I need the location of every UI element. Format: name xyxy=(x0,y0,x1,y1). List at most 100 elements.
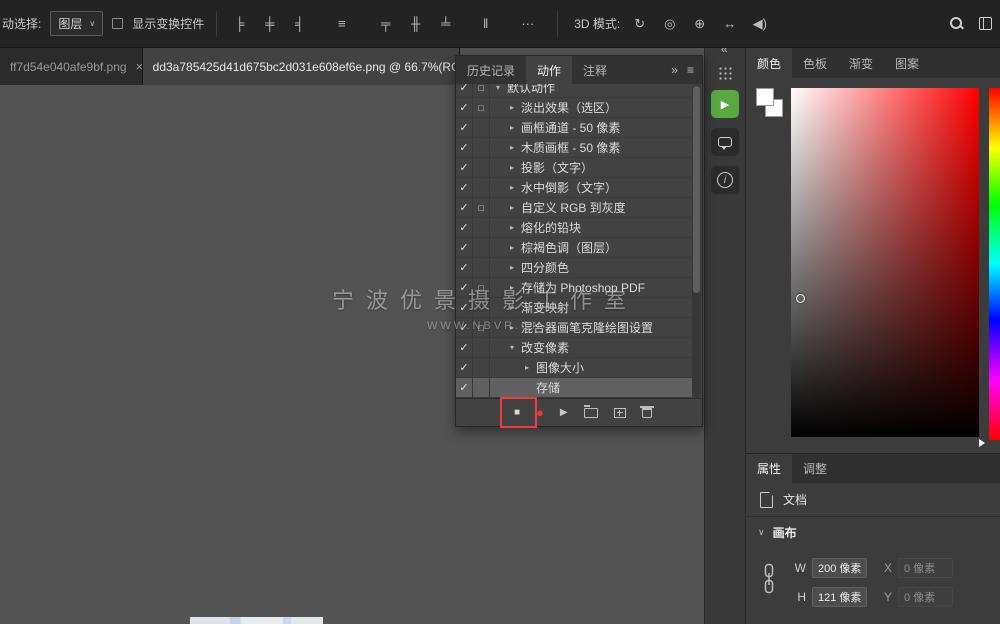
dialog-toggle-icon[interactable]: □ xyxy=(473,318,490,337)
dialog-toggle-icon[interactable]: □ xyxy=(473,278,490,297)
action-label[interactable]: 渐变映射 xyxy=(521,299,569,316)
action-row[interactable]: ✓存储 xyxy=(456,378,692,398)
action-label[interactable]: 淡出效果（选区） xyxy=(521,99,617,116)
action-row[interactable]: ✓ ▸图像大小 xyxy=(456,358,692,378)
expand-arrow-icon[interactable]: ▸ xyxy=(506,143,518,152)
pan-3d-icon[interactable]: ⊕ xyxy=(689,16,710,32)
expand-arrow-icon[interactable]: ▸ xyxy=(506,123,518,132)
new-action-icon[interactable] xyxy=(614,408,626,418)
tab-adjustments[interactable]: 调整 xyxy=(792,454,838,483)
toggle-check-icon[interactable]: ✓ xyxy=(456,358,473,377)
y-input[interactable]: 0 像素 xyxy=(898,587,953,607)
action-row[interactable]: ✓□▾默认动作 xyxy=(456,84,692,98)
distribute-horizontal-icon[interactable]: ≡ xyxy=(331,16,352,31)
action-row[interactable]: ✓▸木质画框 - 50 像素 xyxy=(456,138,692,158)
action-label[interactable]: 存储 xyxy=(536,379,560,396)
action-label[interactable]: 自定义 RGB 到灰度 xyxy=(521,199,626,216)
workspace-switcher-icon[interactable] xyxy=(979,17,992,30)
align-center-icon[interactable]: ╪ xyxy=(259,16,280,31)
toggle-check-icon[interactable]: ✓ xyxy=(456,258,473,277)
action-row[interactable]: ✓▸投影（文字） xyxy=(456,158,692,178)
more-options-icon[interactable]: ··· xyxy=(517,16,538,31)
show-transform-checkbox[interactable] xyxy=(112,18,123,29)
dialog-toggle-icon[interactable] xyxy=(473,238,490,257)
action-row[interactable]: ✓□ ▸存储为 Photoshop PDF xyxy=(456,278,692,298)
tab-gradients[interactable]: 渐变 xyxy=(838,48,884,78)
toggle-check-icon[interactable]: ✓ xyxy=(456,158,473,177)
notes-tile[interactable] xyxy=(711,128,739,156)
expand-arrow-icon[interactable]: ▸ xyxy=(506,283,518,292)
dialog-toggle-icon[interactable] xyxy=(473,218,490,237)
document-tab[interactable]: ff7d54e040afe9bf.png × xyxy=(0,48,143,85)
action-label[interactable]: 默认动作 xyxy=(507,84,555,96)
scale-3d-icon[interactable]: ◀) xyxy=(749,16,770,32)
toggle-check-icon[interactable]: ✓ xyxy=(456,84,473,97)
slide-3d-icon[interactable]: ↔ xyxy=(719,16,740,31)
search-icon[interactable] xyxy=(949,16,964,31)
foreground-color-swatch[interactable] xyxy=(756,88,774,106)
toggle-check-icon[interactable]: ✓ xyxy=(456,278,473,297)
action-row[interactable]: ✓▸水中倒影（文字） xyxy=(456,178,692,198)
tab-patterns[interactable]: 图案 xyxy=(884,48,930,78)
dialog-toggle-icon[interactable]: □ xyxy=(473,98,490,117)
dialog-toggle-icon[interactable] xyxy=(473,258,490,277)
action-label[interactable]: 图像大小 xyxy=(536,359,584,376)
tab-notes[interactable]: 注释 xyxy=(572,56,618,84)
collapse-panel-icon[interactable]: » xyxy=(671,63,678,77)
toggle-check-icon[interactable]: ✓ xyxy=(456,118,473,137)
roll-3d-icon[interactable]: ◎ xyxy=(659,16,680,32)
expand-arrow-icon[interactable]: ▸ xyxy=(521,363,533,372)
hue-slider-marker[interactable] xyxy=(979,439,985,447)
toggle-check-icon[interactable]: ✓ xyxy=(456,238,473,257)
scrollbar[interactable] xyxy=(692,84,701,398)
toggle-check-icon[interactable]: ✓ xyxy=(456,318,473,337)
expand-arrow-icon[interactable]: ▸ xyxy=(506,323,518,332)
align-bottom-icon[interactable]: ╧ xyxy=(435,16,456,31)
expand-arrow-icon[interactable]: ▾ xyxy=(492,84,504,92)
align-right-icon[interactable]: ╡ xyxy=(289,16,310,31)
expand-arrow-icon[interactable]: ▸ xyxy=(506,203,518,212)
expand-arrow-icon[interactable]: ▸ xyxy=(506,303,518,312)
expand-arrow-icon[interactable]: ▸ xyxy=(506,243,518,252)
action-row[interactable]: ✓▸棕褐色调（图层） xyxy=(456,238,692,258)
action-row[interactable]: ✓▸熔化的铅块 xyxy=(456,218,692,238)
info-tile[interactable]: i xyxy=(711,166,739,194)
action-label[interactable]: 存储为 Photoshop PDF xyxy=(521,279,645,296)
dialog-toggle-icon[interactable] xyxy=(473,138,490,157)
toggle-check-icon[interactable]: ✓ xyxy=(456,178,473,197)
play-selection-button[interactable]: ▶ xyxy=(560,408,568,418)
expand-arrow-icon[interactable]: ▸ xyxy=(506,263,518,272)
expand-arrow-icon[interactable]: ▸ xyxy=(506,223,518,232)
action-row[interactable]: ✓ ▸画框通道 - 50 像素 xyxy=(456,118,692,138)
orbit-3d-icon[interactable]: ↻ xyxy=(629,16,650,32)
toggle-check-icon[interactable]: ✓ xyxy=(456,98,473,117)
height-input[interactable]: 121 像素 xyxy=(812,587,867,607)
expand-arrow-icon[interactable]: ▸ xyxy=(506,103,518,112)
action-label[interactable]: 水中倒影（文字） xyxy=(521,179,617,196)
action-label[interactable]: 混合器画笔克隆绘图设置 xyxy=(521,319,653,336)
toggle-check-icon[interactable]: ✓ xyxy=(456,338,473,357)
action-row[interactable]: ✓▸四分颜色 xyxy=(456,258,692,278)
toggle-check-icon[interactable]: ✓ xyxy=(456,138,473,157)
canvas-section-header[interactable]: ∨ 画布 xyxy=(746,517,1000,547)
action-row[interactable]: ✓□ ▸混合器画笔克隆绘图设置 xyxy=(456,318,692,338)
begin-recording-button[interactable]: ● xyxy=(536,406,544,419)
dialog-toggle-icon[interactable] xyxy=(473,118,490,137)
color-picker-cursor[interactable] xyxy=(796,294,805,303)
align-top-icon[interactable]: ╤ xyxy=(375,16,396,31)
actions-play-tile[interactable]: ▶ xyxy=(711,90,739,118)
toggle-check-icon[interactable]: ✓ xyxy=(456,198,473,217)
align-left-icon[interactable]: ╞ xyxy=(229,16,250,31)
tab-properties[interactable]: 属性 xyxy=(746,454,792,483)
action-label[interactable]: 画框通道 - 50 像素 xyxy=(521,119,620,136)
close-icon[interactable]: × xyxy=(136,59,143,74)
tab-swatches[interactable]: 色板 xyxy=(792,48,838,78)
toggle-check-icon[interactable]: ✓ xyxy=(456,218,473,237)
action-label[interactable]: 改变像素 xyxy=(521,339,569,356)
dialog-toggle-icon[interactable] xyxy=(473,298,490,317)
dialog-toggle-icon[interactable] xyxy=(473,358,490,377)
x-input[interactable]: 0 像素 xyxy=(898,558,953,578)
action-row[interactable]: ✓▾改变像素 xyxy=(456,338,692,358)
action-row[interactable]: ✓□ ▸淡出效果（选区） xyxy=(456,98,692,118)
action-label[interactable]: 投影（文字） xyxy=(521,159,593,176)
